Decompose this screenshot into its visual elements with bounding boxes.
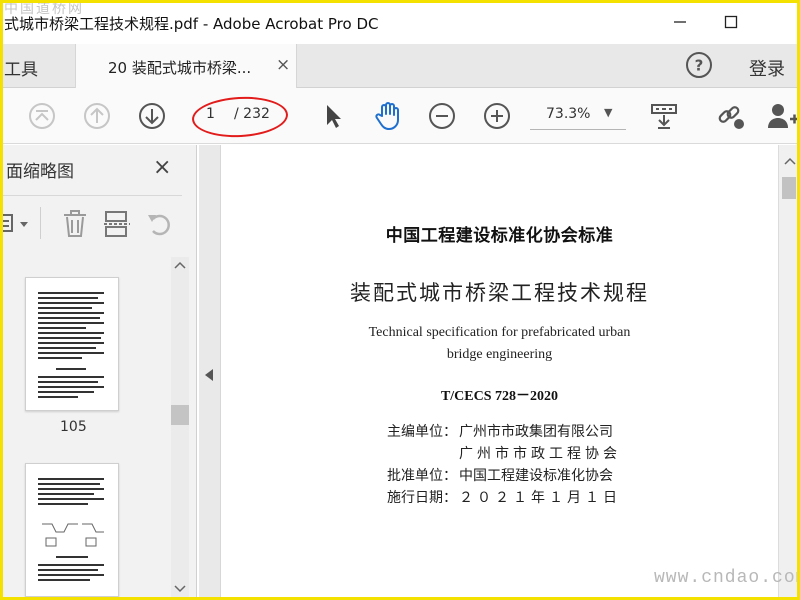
title-bar: 式城市桥梁工程技术规程.pdf - Adobe Acrobat Pro DC xyxy=(0,0,800,44)
thumbnail-page[interactable] xyxy=(25,463,119,597)
options-menu-button[interactable] xyxy=(0,209,32,239)
scroll-up-icon[interactable] xyxy=(171,257,189,273)
tab-document[interactable]: 20 装配式城市桥梁... × xyxy=(75,44,297,89)
options-icon xyxy=(0,214,28,232)
next-page-button[interactable] xyxy=(135,99,169,133)
zoom-out-button[interactable] xyxy=(425,99,459,133)
thumbnail-list: 105 xyxy=(0,249,190,600)
minimize-button[interactable] xyxy=(664,8,696,36)
document-page[interactable]: 中国工程建设标准化协会标准 装配式城市桥梁工程技术规程 Technical sp… xyxy=(221,145,778,600)
minimize-icon xyxy=(674,21,686,23)
panel-close-button[interactable]: × xyxy=(153,155,171,180)
add-user-button[interactable] xyxy=(766,99,800,133)
select-arrow-icon xyxy=(327,105,341,128)
effective-label: 施行日期： xyxy=(387,490,457,506)
panel-divider xyxy=(0,195,182,196)
link-icon xyxy=(718,106,744,129)
watermark-bottom: www.cndao.com xyxy=(654,568,800,588)
doc-title-en-line1: Technical specification for prefabricate… xyxy=(368,325,631,340)
thumbnails-panel: 面缩略图 × 105 xyxy=(0,145,197,600)
effective-date: ２０２１年１月１日 xyxy=(459,490,621,506)
tab-tools[interactable]: 工具 xyxy=(4,55,38,80)
editor-unit-2: 广州市市政工程协会 xyxy=(459,446,621,462)
thumbnail-scroll-thumb[interactable] xyxy=(171,405,189,425)
extract-page-button[interactable] xyxy=(102,209,132,239)
hand-icon xyxy=(375,102,399,130)
scroll-down-icon[interactable] xyxy=(171,581,189,597)
panel-collapse-handle[interactable] xyxy=(199,145,221,600)
editor-label: 主编单位： xyxy=(387,424,457,440)
maximize-button[interactable] xyxy=(715,8,747,36)
collapse-left-icon xyxy=(205,369,213,381)
rotate-icon xyxy=(148,214,170,236)
document-scroll-thumb[interactable] xyxy=(782,177,796,199)
zoom-dropdown-caret[interactable]: ▼ xyxy=(604,106,612,119)
thumbnail-label: 105 xyxy=(60,419,87,435)
document-scrollbar[interactable] xyxy=(778,145,800,600)
fit-page-icon xyxy=(651,104,677,129)
approver-label: 批准单位： xyxy=(387,468,457,484)
zoom-select[interactable]: 73.3% ▼ xyxy=(530,102,626,130)
delete-page-button[interactable] xyxy=(60,209,90,239)
tools-divider xyxy=(40,207,41,239)
approver-unit: 中国工程建设标准化协会 xyxy=(459,468,613,484)
highlight-ellipse xyxy=(191,94,289,140)
thumbnail-page[interactable] xyxy=(25,277,119,411)
extract-icon xyxy=(104,211,130,237)
tab-bar: 工具 20 装配式城市桥梁... × ? 登录 xyxy=(0,44,800,89)
help-glyph: ? xyxy=(695,57,704,75)
tab-close-button[interactable]: × xyxy=(276,55,290,75)
watermark-top: 中国道桥网 xyxy=(4,1,84,17)
trash-icon xyxy=(64,210,86,237)
maximize-icon xyxy=(724,15,738,29)
select-tool-button[interactable] xyxy=(316,99,350,133)
help-button[interactable]: ? xyxy=(684,50,714,80)
help-icon: ? xyxy=(686,52,712,78)
doc-organization: 中国工程建设标准化协会标准 xyxy=(385,226,614,246)
tab-document-label: 20 装配式城市桥梁... xyxy=(108,59,252,77)
editor-unit-1: 广州市市政集团有限公司 xyxy=(459,424,613,440)
hand-tool-button[interactable] xyxy=(371,99,405,133)
doc-title-en-line2: bridge engineering xyxy=(446,347,553,362)
zoom-out-icon xyxy=(429,103,455,129)
doc-meta-block: 主编单位： 广州市市政集团有限公司 广州市市政工程协会 批准单位： 中国工程建设标准… xyxy=(387,421,621,509)
share-link-button[interactable] xyxy=(714,99,748,133)
zoom-in-icon xyxy=(484,103,510,129)
prev-page-button[interactable] xyxy=(80,99,114,133)
first-page-icon xyxy=(29,103,55,129)
doc-title-cn: 装配式城市桥梁工程技术规程 xyxy=(350,281,649,305)
add-user-icon xyxy=(768,104,799,128)
login-button[interactable]: 登录 xyxy=(749,55,785,81)
zoom-value: 73.3% xyxy=(546,106,591,122)
prev-page-icon xyxy=(84,103,110,129)
panel-title: 面缩略图 xyxy=(6,162,74,182)
scroll-up-icon[interactable] xyxy=(779,151,800,171)
next-page-icon xyxy=(139,103,165,129)
thumbnail-content xyxy=(38,292,104,398)
thumbnail-scrollbar[interactable] xyxy=(171,257,189,597)
first-page-button[interactable] xyxy=(25,99,59,133)
fit-page-button[interactable] xyxy=(647,99,681,133)
thumbnail-content xyxy=(38,478,104,581)
doc-standard-code: T/CECS 728－2020 xyxy=(440,389,559,404)
toolbar: 1 / 232 73.3% ▼ xyxy=(0,88,800,144)
zoom-in-button[interactable] xyxy=(480,99,514,133)
rotate-page-button[interactable] xyxy=(144,209,174,239)
panel-tools xyxy=(0,201,190,247)
